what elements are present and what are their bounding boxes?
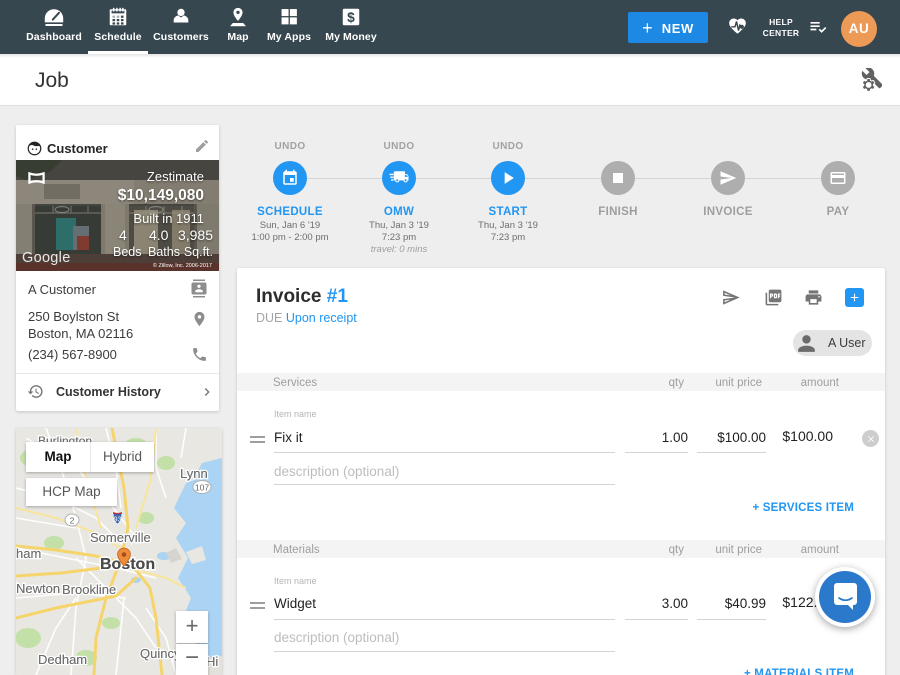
svg-text:2: 2 <box>70 516 75 526</box>
svg-text:Quincy: Quincy <box>140 646 181 661</box>
svg-text:Dedham: Dedham <box>38 652 87 667</box>
svg-text:Lynn: Lynn <box>180 466 208 481</box>
svg-text:Newton: Newton <box>16 581 60 596</box>
svg-text:ham: ham <box>16 546 41 561</box>
svg-text:107: 107 <box>195 483 209 493</box>
svg-text:Brookline: Brookline <box>62 582 116 597</box>
svg-text:93: 93 <box>114 517 122 524</box>
svg-text:Somerville: Somerville <box>90 530 151 545</box>
svg-text:$: $ <box>347 10 355 25</box>
